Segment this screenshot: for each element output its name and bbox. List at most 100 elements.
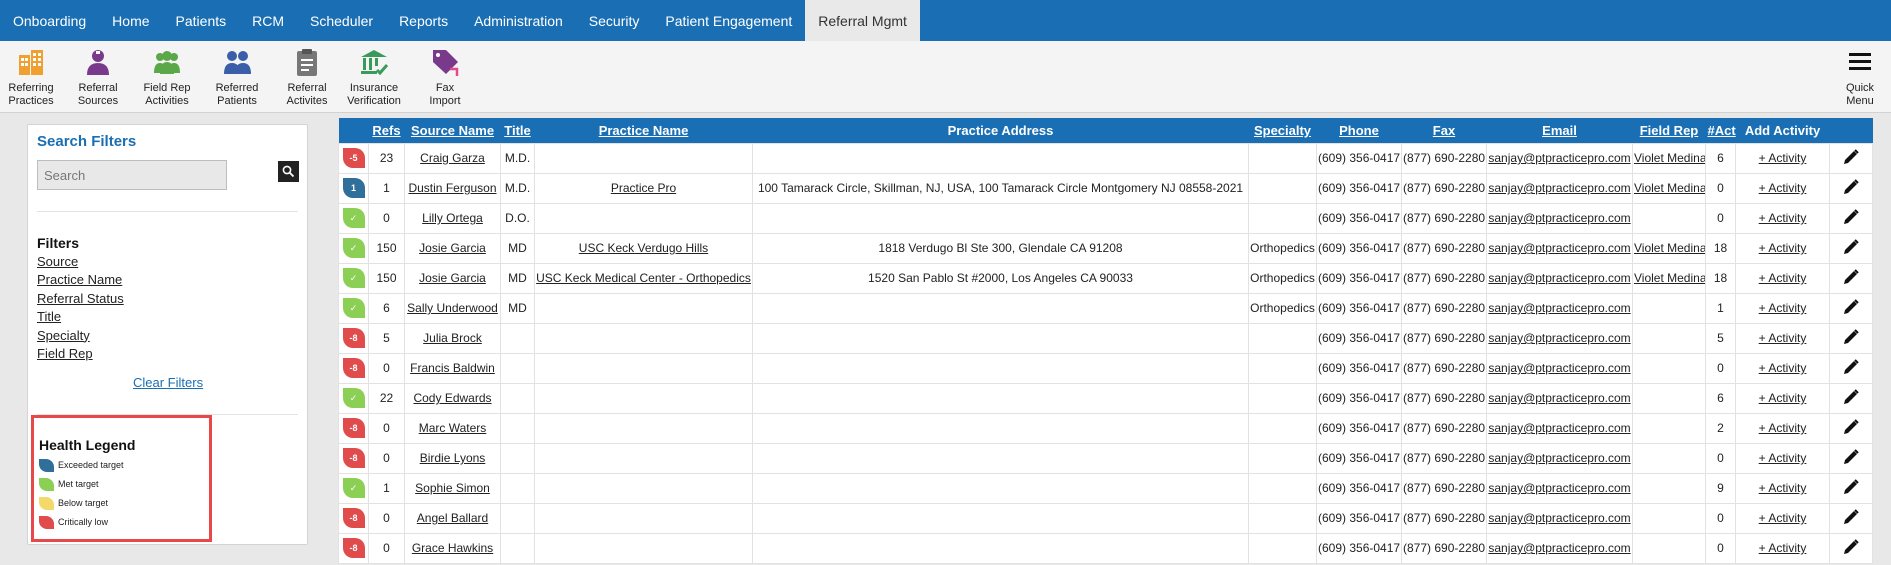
filter-link-specialty[interactable]: Specialty (37, 327, 124, 345)
source-name-link[interactable]: Birdie Lyons (404, 442, 501, 474)
column-header-specialty[interactable]: Specialty (1248, 118, 1317, 143)
source-name-link[interactable]: Sophie Simon (404, 472, 501, 504)
email-link[interactable]: sanjay@ptpracticepro.com (1486, 292, 1633, 324)
toolbar-insurance-verification-button[interactable]: Insurance Verification (338, 47, 410, 108)
filter-link-practice-name[interactable]: Practice Name (37, 271, 124, 289)
edit-button[interactable] (1842, 388, 1860, 409)
nav-item-reports[interactable]: Reports (386, 0, 461, 41)
email-link[interactable]: sanjay@ptpracticepro.com (1486, 502, 1633, 534)
field-rep-link[interactable]: Violet Medina (1632, 262, 1706, 294)
email-link[interactable]: sanjay@ptpracticepro.com (1486, 382, 1633, 414)
source-name-link[interactable]: Dustin Ferguson (404, 172, 501, 204)
toolbar-referring-practices-button[interactable]: Referring Practices (0, 47, 67, 108)
nav-item-administration[interactable]: Administration (461, 0, 576, 41)
email-link[interactable]: sanjay@ptpracticepro.com (1486, 412, 1633, 444)
filter-link-referral-status[interactable]: Referral Status (37, 290, 124, 308)
nav-item-security[interactable]: Security (576, 0, 653, 41)
edit-button[interactable] (1842, 538, 1860, 559)
edit-button[interactable] (1842, 148, 1860, 169)
clear-filters-link[interactable]: Clear Filters (133, 375, 203, 390)
source-name-link[interactable]: Julia Brock (404, 322, 501, 354)
add-activity-link[interactable]: + Activity (1735, 202, 1830, 234)
add-activity-link[interactable]: + Activity (1735, 322, 1830, 354)
add-activity-link[interactable]: + Activity (1735, 382, 1830, 414)
edit-button[interactable] (1842, 238, 1860, 259)
nav-item-scheduler[interactable]: Scheduler (297, 0, 386, 41)
toolbar-field-rep-activities-button[interactable]: Field Rep Activities (131, 47, 203, 108)
practice-name-link[interactable]: Practice Pro (534, 172, 753, 204)
column-header-refs[interactable]: Refs (368, 118, 405, 143)
edit-button[interactable] (1842, 508, 1860, 529)
field-rep-link[interactable]: Violet Medina (1632, 142, 1706, 174)
edit-button[interactable] (1842, 208, 1860, 229)
column-header--act[interactable]: #Act (1705, 118, 1736, 143)
add-activity-link[interactable]: + Activity (1735, 502, 1830, 534)
email-link[interactable]: sanjay@ptpracticepro.com (1486, 232, 1633, 264)
source-name-link[interactable]: Craig Garza (404, 142, 501, 174)
toolbar-fax-import-button[interactable]: Fax Import (409, 47, 481, 108)
column-header-title[interactable]: Title (500, 118, 535, 143)
practice-name-link[interactable]: USC Keck Medical Center - Orthopedics (534, 262, 753, 294)
field-rep-link[interactable]: Violet Medina (1632, 172, 1706, 204)
email-link[interactable]: sanjay@ptpracticepro.com (1486, 322, 1633, 354)
source-name-link[interactable]: Francis Baldwin (404, 352, 501, 384)
nav-item-patients[interactable]: Patients (163, 0, 240, 41)
toolbar-referred-patients-button[interactable]: Referred Patients (201, 47, 273, 108)
edit-button[interactable] (1842, 448, 1860, 469)
add-activity-link[interactable]: + Activity (1735, 172, 1830, 204)
source-name-link[interactable]: Angel Ballard (404, 502, 501, 534)
search-input[interactable] (37, 160, 227, 190)
filter-link-title[interactable]: Title (37, 308, 124, 326)
source-name-link[interactable]: Grace Hawkins (404, 532, 501, 564)
nav-item-rcm[interactable]: RCM (239, 0, 297, 41)
field-rep-link[interactable]: Violet Medina (1632, 232, 1706, 264)
column-header-email[interactable]: Email (1486, 118, 1633, 143)
search-button[interactable] (278, 161, 299, 182)
email-link[interactable]: sanjay@ptpracticepro.com (1486, 142, 1633, 174)
source-name-link[interactable]: Lilly Ortega (404, 202, 501, 234)
nav-item-onboarding[interactable]: Onboarding (0, 0, 99, 41)
column-header-field-rep[interactable]: Field Rep (1632, 118, 1706, 143)
source-name-link[interactable]: Josie Garcia (404, 262, 501, 294)
email-link[interactable]: sanjay@ptpracticepro.com (1486, 472, 1633, 504)
add-activity-link[interactable]: + Activity (1735, 442, 1830, 474)
add-activity-link[interactable]: + Activity (1735, 262, 1830, 294)
add-activity-link[interactable]: + Activity (1735, 412, 1830, 444)
column-header-phone[interactable]: Phone (1316, 118, 1402, 143)
source-name-link[interactable]: Cody Edwards (404, 382, 501, 414)
email-link[interactable]: sanjay@ptpracticepro.com (1486, 172, 1633, 204)
email-link[interactable]: sanjay@ptpracticepro.com (1486, 442, 1633, 474)
edit-button[interactable] (1842, 358, 1860, 379)
toolbar-referral-activites-button[interactable]: Referral Activites (271, 47, 343, 108)
quick-menu-button[interactable]: Quick Menu (1829, 47, 1891, 108)
edit-button[interactable] (1842, 298, 1860, 319)
add-activity-link[interactable]: + Activity (1735, 532, 1830, 564)
filter-link-source[interactable]: Source (37, 253, 124, 271)
add-activity-link[interactable]: + Activity (1735, 232, 1830, 264)
email-link[interactable]: sanjay@ptpracticepro.com (1486, 352, 1633, 384)
column-header-source-name[interactable]: Source Name (404, 118, 501, 143)
edit-button[interactable] (1842, 418, 1860, 439)
edit-button[interactable] (1842, 478, 1860, 499)
email-link[interactable]: sanjay@ptpracticepro.com (1486, 202, 1633, 234)
source-name-link[interactable]: Josie Garcia (404, 232, 501, 264)
practice-name-link[interactable]: USC Keck Verdugo Hills (534, 232, 753, 264)
edit-button[interactable] (1842, 328, 1860, 349)
add-activity-link[interactable]: + Activity (1735, 472, 1830, 504)
filter-link-field-rep[interactable]: Field Rep (37, 345, 124, 363)
add-activity-link[interactable]: + Activity (1735, 292, 1830, 324)
toolbar-referral-sources-button[interactable]: Referral Sources (62, 47, 134, 108)
edit-button[interactable] (1842, 178, 1860, 199)
email-link[interactable]: sanjay@ptpracticepro.com (1486, 532, 1633, 564)
nav-item-referral-mgmt[interactable]: Referral Mgmt (805, 0, 920, 41)
nav-item-home[interactable]: Home (99, 0, 162, 41)
add-activity-link[interactable]: + Activity (1735, 142, 1830, 174)
source-name-link[interactable]: Sally Underwood (404, 292, 501, 324)
nav-item-patient-engagement[interactable]: Patient Engagement (652, 0, 805, 41)
column-header-practice-name[interactable]: Practice Name (534, 118, 753, 143)
email-link[interactable]: sanjay@ptpracticepro.com (1486, 262, 1633, 294)
column-header-fax[interactable]: Fax (1401, 118, 1487, 143)
edit-button[interactable] (1842, 268, 1860, 289)
source-name-link[interactable]: Marc Waters (404, 412, 501, 444)
add-activity-link[interactable]: + Activity (1735, 352, 1830, 384)
